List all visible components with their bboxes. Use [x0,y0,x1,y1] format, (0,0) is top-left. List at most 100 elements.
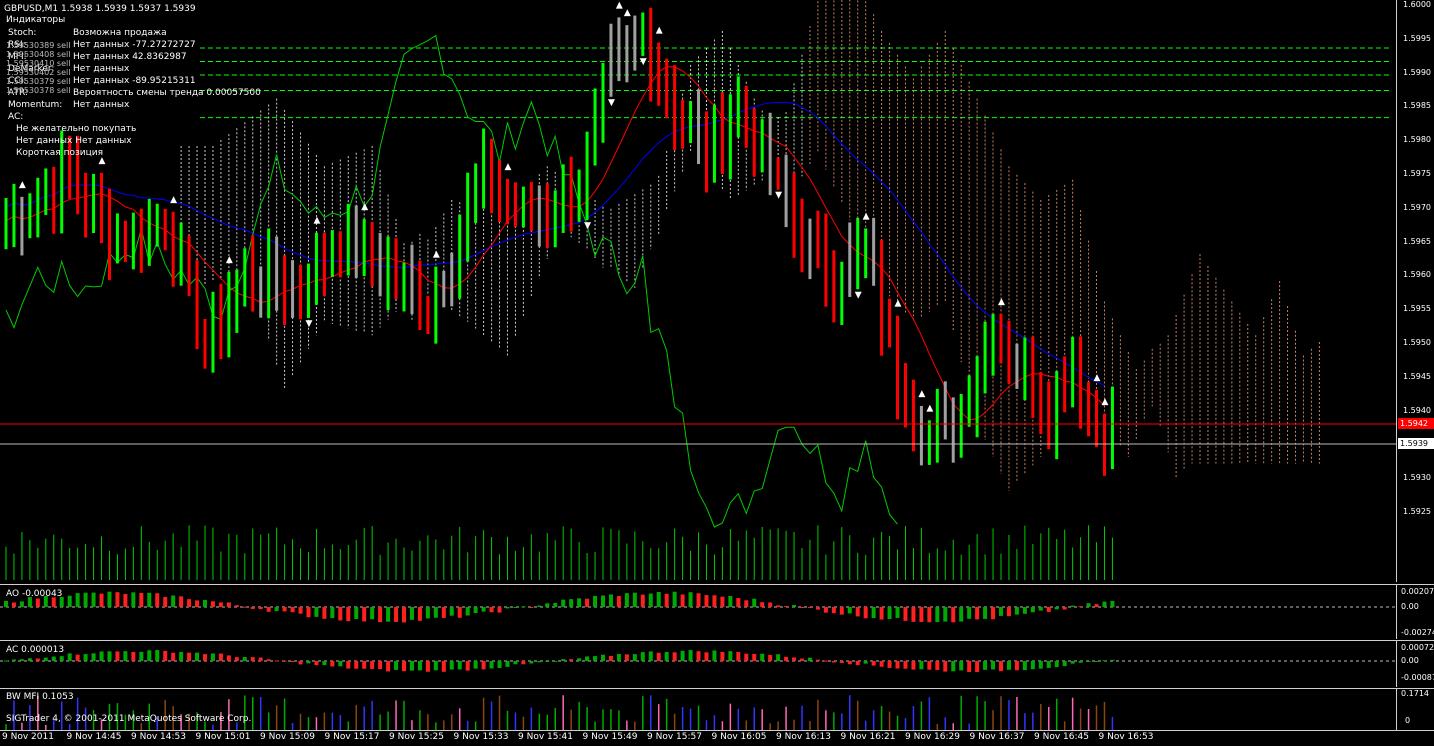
hist-bar [943,607,948,622]
price-bar [689,101,693,143]
price-bar [322,232,326,296]
hist-bar [234,605,239,607]
hist-bar [632,592,637,607]
hist-bar [999,607,1003,616]
price-bar [410,244,414,315]
hist-bar [561,659,566,661]
price-bar [52,166,56,234]
hist-bar [433,661,438,671]
hist-bar [314,661,319,666]
hist-bar [553,660,558,662]
price-tick: 1.6000 [1403,0,1431,9]
time-tick: 9 Nov 15:09 [260,732,315,742]
hist-bar [553,602,558,607]
price-bar [275,236,279,311]
ao-scale: 0.00207 0.00 -0.00274 [1396,584,1434,639]
hist-bar [736,598,741,607]
hist-bar [577,598,582,607]
hist-bar [314,607,319,617]
price-bar [903,363,907,428]
hist-bar [489,661,494,669]
hist-bar [823,660,828,662]
hist-bar [115,592,120,607]
hist-bar [569,659,574,661]
hist-bar [290,607,295,613]
hist-bar [402,661,406,672]
fractal-arrow: ▲ [19,180,26,190]
hist-bar [640,594,645,607]
fractal-arrow: ▼ [584,221,591,231]
hist-bar [1062,661,1067,667]
hist-bar [919,607,924,622]
hist-bar [322,661,327,665]
hist-bar [672,591,677,607]
hist-bar [664,651,669,661]
price-bar [291,260,295,318]
hist-bar [696,651,701,661]
price-bar [840,261,844,325]
hist-bar [4,600,8,607]
price-scale[interactable]: 1.6000 1.5995 1.5990 1.5985 1.5980 1.5975 1.59… [1396,0,1434,582]
fractal-arrow: ▲ [1094,373,1101,383]
price-bar [657,42,661,106]
hist-bar [338,661,343,667]
time-tick: 9 Nov 15:33 [453,732,509,742]
price-bar [943,381,947,440]
price-bar [211,291,215,373]
price-bar [362,219,366,277]
price-bar [983,321,987,394]
price-bar [975,356,979,438]
signal-name: AC: [8,112,24,122]
hist-bar [903,661,908,669]
hist-bar [123,594,128,607]
price-bar [872,217,876,286]
price-bar [864,228,868,279]
hist-bar [569,599,574,607]
hist-bar [720,652,725,661]
mfi-pane[interactable]: BW MFI 0.1053 SIGTrader 4, © 2001-2011 M… [0,688,1396,731]
fractal-arrow: ▲ [226,255,233,265]
price-bar [1071,336,1075,408]
hist-bar [187,652,192,661]
price-bar [744,86,748,148]
hist-bar [672,652,677,661]
hist-bar [959,661,964,671]
hist-bar [210,653,215,661]
hist-bar [473,661,478,669]
hist-bar [680,594,685,607]
hist-bar [855,607,860,617]
summary-line: Короткая позиция [16,148,103,158]
price-bar [951,397,955,463]
hist-bar [752,598,757,607]
hist-bar [497,661,502,668]
hist-bar [195,652,200,661]
price-bar [991,313,995,376]
hist-bar [242,606,247,608]
hist-bar [624,654,629,661]
price-bar [1087,381,1091,437]
volume-bars [5,525,1113,580]
hist-bar [179,596,184,607]
hist-bar [855,661,860,666]
time-tick: 9 Nov 15:01 [195,732,251,742]
hist-bar [831,607,836,614]
hist-bar [306,661,311,664]
price-tick: 1.5980 [1403,135,1431,145]
hist-bar [664,593,669,607]
hist-bar [1046,661,1051,668]
hist-bar [688,592,693,607]
hist-bar [608,594,613,607]
price-bar [1039,372,1043,434]
hist-bar [330,607,335,619]
fractal-arrow: ▼ [608,98,615,108]
ac-pane[interactable]: AC 0.000013 [0,640,1396,687]
time-tick: 9 Nov 16:05 [711,732,767,742]
hist-bar [927,607,932,623]
hist-bar [704,595,709,607]
hist-bar [489,607,494,613]
ao-pane[interactable]: AO -0.00043 [0,584,1396,639]
hist-bar [147,592,152,607]
hist-bar [847,607,852,614]
ac-scale-top: 0.00072 [1401,643,1434,652]
hist-bar [656,591,661,607]
